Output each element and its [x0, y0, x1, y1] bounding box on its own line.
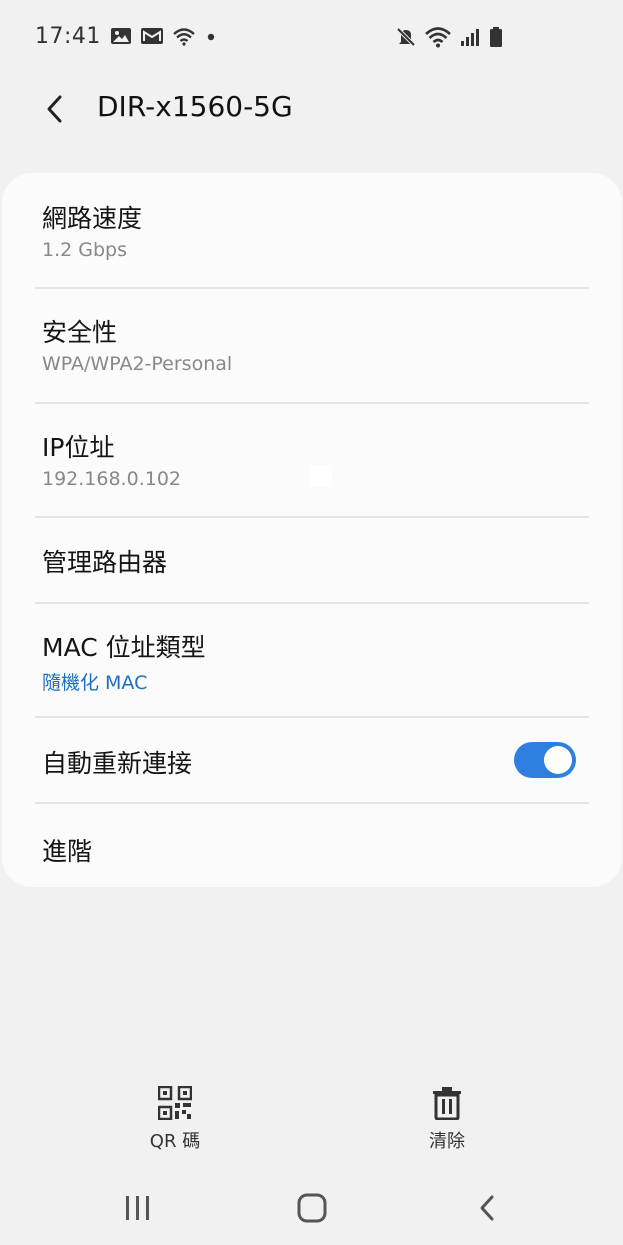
wifi-calling-icon: [173, 28, 195, 46]
page-title: DIR-x1560-5G: [97, 90, 293, 123]
setting-label: 自動重新連接: [42, 749, 193, 778]
gallery-icon: [111, 28, 131, 44]
recents-icon: [126, 1196, 149, 1220]
status-time: 17:41: [35, 24, 101, 49]
chevron-left-icon: [47, 95, 62, 123]
setting-value: 1.2 Gbps: [42, 239, 127, 261]
signal-icon: [461, 29, 479, 46]
dot-icon: [207, 33, 215, 41]
setting-label: 管理路由器: [42, 548, 168, 577]
setting-value: 隨機化 MAC: [42, 672, 148, 694]
setting-advanced[interactable]: 進階: [2, 804, 622, 887]
app-header: DIR-x1560-5G: [0, 76, 623, 142]
qr-code-label: QR 碼: [149, 1131, 201, 1152]
setting-manage-router[interactable]: 管理路由器: [2, 518, 622, 602]
mute-icon: [396, 27, 416, 47]
forget-button[interactable]: 清除: [402, 1086, 492, 1153]
setting-value: WPA/WPA2-Personal: [42, 353, 233, 375]
setting-value: 192.168.0.102: [42, 468, 182, 490]
toggle-knob: [544, 746, 572, 774]
status-bar: 17:41: [0, 0, 623, 76]
redaction-mask: [310, 465, 332, 487]
qr-code-icon: [158, 1086, 192, 1120]
home-icon: [297, 1193, 327, 1223]
setting-label: 進階: [42, 837, 93, 866]
trash-icon: [433, 1087, 461, 1120]
forget-label: 清除: [429, 1131, 465, 1152]
mail-icon: [141, 28, 163, 44]
setting-label: IP位址: [42, 433, 115, 462]
setting-auto-reconnect[interactable]: 自動重新連接: [2, 718, 622, 802]
home-button[interactable]: [290, 1188, 334, 1228]
setting-network-speed[interactable]: 網路速度 1.2 Gbps: [2, 173, 622, 287]
qr-code-button[interactable]: QR 碼: [130, 1086, 220, 1153]
back-button[interactable]: [34, 88, 76, 130]
recents-button[interactable]: [116, 1188, 160, 1228]
back-icon: [480, 1195, 494, 1221]
battery-icon: [490, 27, 502, 47]
setting-ip-address[interactable]: IP位址 192.168.0.102: [2, 404, 622, 517]
auto-reconnect-toggle[interactable]: [514, 742, 576, 778]
status-right-icons: [395, 26, 503, 48]
wifi-icon: [425, 27, 451, 48]
setting-label: 網路速度: [42, 204, 143, 233]
network-details-card: 網路速度 1.2 Gbps 安全性 WPA/WPA2-Personal IP位址…: [2, 173, 622, 887]
setting-label: 安全性: [42, 318, 118, 347]
navigation-bar: [0, 1172, 623, 1245]
system-back-button[interactable]: [465, 1188, 509, 1228]
setting-mac-address-type[interactable]: MAC 位址類型 隨機化 MAC: [2, 604, 622, 717]
setting-security[interactable]: 安全性 WPA/WPA2-Personal: [2, 289, 622, 403]
setting-label: MAC 位址類型: [42, 633, 206, 662]
status-left-icons: [110, 26, 218, 46]
